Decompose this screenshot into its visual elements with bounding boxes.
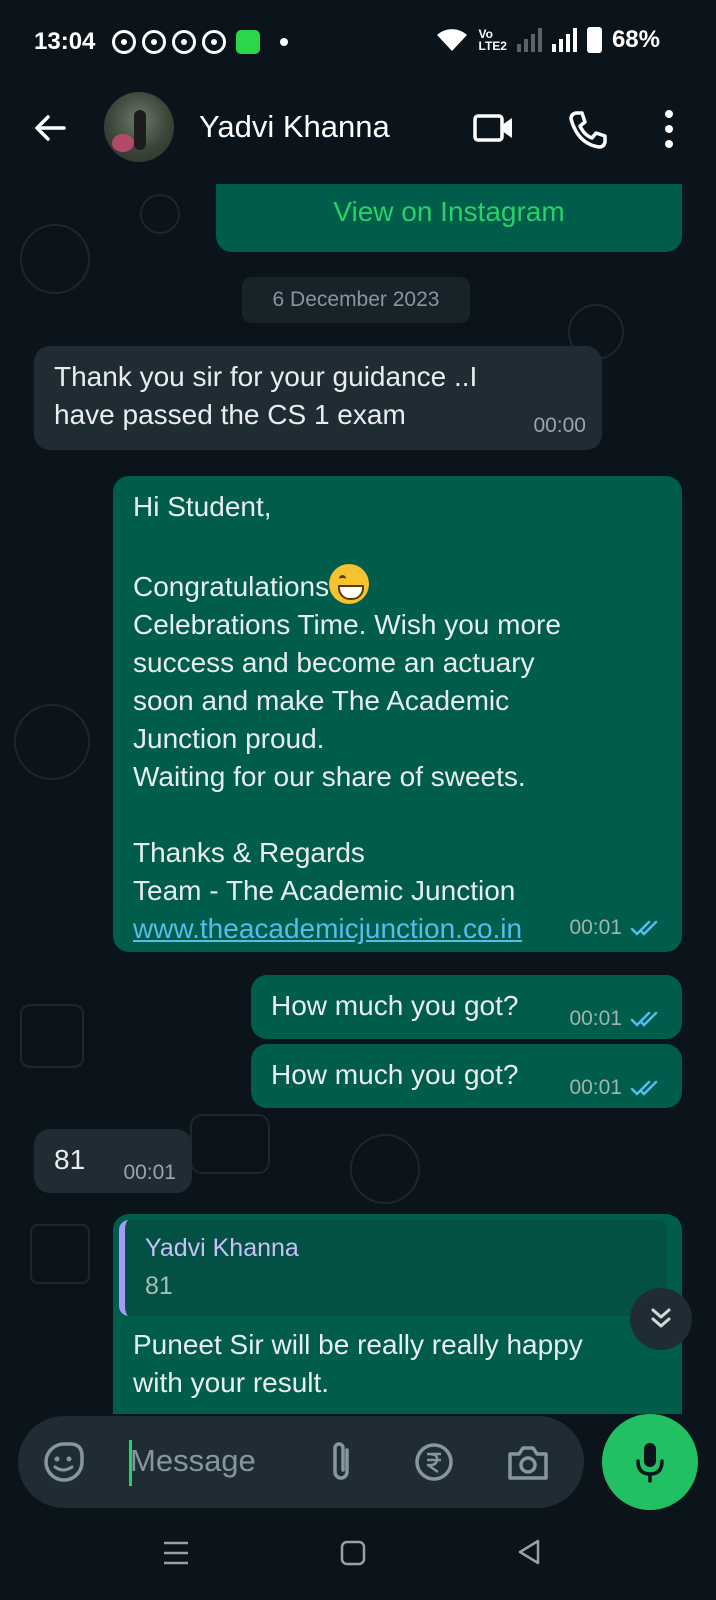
whatsapp-notification-icon (112, 30, 136, 54)
website-link[interactable]: www.theacademicjunction.co.in (133, 910, 561, 948)
message-congrats-line: Congratulations (133, 526, 561, 606)
double-chevron-down-icon (651, 1308, 671, 1328)
more-options-icon[interactable] (658, 108, 680, 150)
status-time: 13:04 (34, 28, 96, 55)
more-notifications-dot-icon (280, 38, 288, 46)
system-nav-bar (0, 1514, 716, 1600)
message-text: 81 (54, 1144, 86, 1175)
wallpaper-doodle (14, 704, 90, 780)
message-congrats-text: Congratulations (133, 571, 330, 602)
contact-avatar[interactable] (104, 92, 174, 162)
app-notification-icon (236, 30, 260, 54)
rupee-payment-icon[interactable] (414, 1442, 454, 1482)
back-nav-icon[interactable] (516, 1538, 542, 1566)
incoming-message[interactable]: 81 00:01 (34, 1129, 192, 1193)
message-meta: 00:01 (569, 1007, 664, 1031)
wallpaper-doodle (350, 1134, 420, 1204)
camera-icon[interactable] (506, 1442, 550, 1482)
quoted-message[interactable]: Yadvi Khanna 81 (119, 1220, 667, 1316)
message-meta: 00:01 (569, 1076, 664, 1100)
message-placeholder: Message (130, 1443, 256, 1478)
phone-icon[interactable] (566, 108, 610, 152)
whatsapp-notification-icon (172, 30, 196, 54)
home-nav-icon[interactable] (340, 1540, 366, 1566)
contact-name[interactable]: Yadvi Khanna (199, 109, 390, 145)
quoted-sender: Yadvi Khanna (145, 1234, 299, 1262)
message-time-text: 00:01 (569, 916, 622, 939)
message-time-text: 00:01 (123, 1161, 176, 1184)
back-arrow-icon[interactable] (30, 108, 70, 148)
message-time-text: 00:00 (533, 414, 586, 437)
outgoing-message[interactable]: Hi Student, Congratulations Celebrations… (113, 476, 682, 952)
view-on-instagram-button[interactable]: View on Instagram (216, 184, 682, 252)
message-text: Thank you sir for your guidance ..I have… (54, 361, 478, 430)
notification-icons (112, 30, 288, 54)
wallpaper-doodle (140, 194, 180, 234)
message-meta: 00:01 (123, 1161, 176, 1185)
wifi-icon (436, 29, 467, 51)
wallpaper-doodle (20, 1004, 84, 1068)
scroll-to-bottom-button[interactable] (630, 1288, 692, 1350)
message-text: How much you got? (271, 1059, 519, 1090)
wallpaper-doodle (190, 1114, 270, 1174)
video-call-icon[interactable] (472, 108, 516, 148)
outgoing-message[interactable]: How much you got? 00:01 (251, 1044, 682, 1108)
wallpaper-doodle (30, 1224, 90, 1284)
emoji-sticker-icon[interactable] (42, 1440, 86, 1484)
status-bar: 13:04 Vo LTE2 68% (0, 0, 716, 84)
menu-nav-icon[interactable] (162, 1540, 190, 1566)
message-body: Hi Student, Congratulations Celebrations… (133, 488, 561, 948)
incoming-message[interactable]: Thank you sir for your guidance ..I have… (34, 346, 602, 450)
attach-icon[interactable] (326, 1438, 356, 1486)
chrome-notification-icon (202, 30, 226, 54)
composer: Message (0, 1414, 716, 1514)
voice-message-button[interactable] (602, 1414, 698, 1510)
read-ticks-icon (630, 1080, 658, 1096)
grinning-emoji-icon (329, 564, 370, 604)
message-meta: 00:01 (569, 916, 664, 940)
message-time: 00:00 (533, 414, 586, 438)
battery-percent: 68% (611, 26, 660, 53)
message-time-text: 00:01 (569, 1076, 622, 1099)
message-input[interactable]: Message (18, 1416, 584, 1508)
volte-label: Vo LTE2 (478, 27, 507, 53)
chat-area[interactable]: View on Instagram 6 December 2023 Thank … (0, 184, 716, 1414)
message-text: Celebrations Time. Wish you more success… (133, 609, 561, 906)
read-ticks-icon (630, 1011, 658, 1027)
mic-icon (636, 1443, 664, 1483)
message-time-text: 00:01 (569, 1007, 622, 1030)
wallpaper-doodle (20, 224, 90, 294)
quoted-text: 81 (145, 1272, 173, 1300)
date-chip: 6 December 2023 (242, 277, 470, 323)
chat-header: Yadvi Khanna (0, 84, 716, 184)
signal-sim1-icon (516, 28, 542, 52)
system-status: Vo LTE2 68% (435, 26, 660, 54)
read-ticks-icon (630, 920, 658, 936)
outgoing-message[interactable]: How much you got? 00:01 (251, 975, 682, 1039)
message-greeting: Hi Student, (133, 491, 272, 522)
whatsapp-notification-icon (142, 30, 166, 54)
message-text: How much you got? (271, 990, 519, 1021)
battery-icon (586, 27, 602, 53)
message-text: Puneet Sir will be really really happy w… (133, 1329, 583, 1398)
signal-sim2-icon (551, 28, 577, 52)
outgoing-reply-message[interactable]: Yadvi Khanna 81 Puneet Sir will be reall… (113, 1214, 682, 1414)
